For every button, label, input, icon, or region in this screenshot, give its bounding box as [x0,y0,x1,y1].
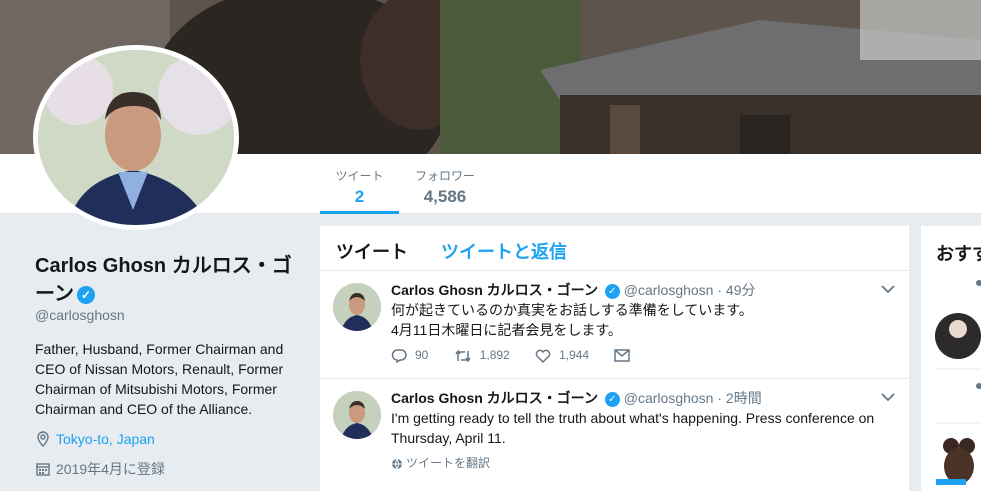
who-to-follow-panel: おすすめ [921,226,981,491]
tweets-label: ツイート [335,169,384,183]
tweet-text: I'm getting ready to tell the truth abou… [391,410,875,446]
verified-badge-icon: ✓ [604,283,620,299]
tab-tweets-count[interactable]: ツイート 2 [320,154,399,214]
who-to-follow-title: おすすめ [936,244,981,264]
joined-text: 2019年4月に登録 [56,461,165,477]
like-button[interactable]: 1,944 [535,348,589,363]
like-count: 1,944 [559,348,590,362]
tweet-item[interactable]: Carlos Ghosn カルロス・ゴーン ✓ @carlosghosn · 2… [320,379,909,491]
tab-tweets[interactable]: ツイート [336,238,408,264]
location-pin-icon [35,431,51,450]
tab-followers-count[interactable]: フォロワー 4,586 [408,154,482,214]
timeline-tabs: ツイート ツイートと返信 [320,226,909,271]
tweet-timestamp[interactable]: · 49分 [717,282,755,298]
tweet-timestamp[interactable]: · 2時間 [717,390,761,406]
profile-name: Carlos Ghosn カルロス・ゴーン ✓ [35,252,295,308]
verified-badge-icon: ✓ [604,391,620,407]
tweet-avatar[interactable] [333,283,381,331]
chevron-down-icon[interactable] [881,389,895,405]
reply-button[interactable]: 90 [391,348,429,364]
profile-name-text: Carlos Ghosn カルロス・ゴーン [35,255,292,305]
followers-label: フォロワー [414,169,475,183]
suggestion-avatars[interactable] [921,271,981,491]
tab-tweets-and-replies[interactable]: ツイートと返信 [441,238,567,264]
tweet-author-handle[interactable]: @carlosghosn [624,390,714,406]
heart-icon [535,349,551,363]
profile-handle: @carlosghosn [35,307,125,323]
timeline: ツイート ツイートと返信 Carlos Ghosn カルロス・ゴーン ✓ @ca… [320,226,909,491]
verified-badge-icon: ✓ [77,285,95,304]
retweet-count: 1,892 [479,348,510,362]
calendar-icon [35,461,51,480]
location-text: Tokyo-to, Japan [56,431,155,448]
tweet-actions: 90 1,892 1,944 [391,348,652,364]
tweet-author-handle[interactable]: @carlosghosn [624,282,714,298]
profile-joined: 2019年4月に登録 [35,459,165,480]
profile-bio: Father, Husband, Former Chairman and CEO… [35,341,284,417]
tweet-text-line: 4月11日木曜日に記者会見をします。 [391,322,622,338]
tweet-header: Carlos Ghosn カルロス・ゴーン ✓ @carlosghosn · 4… [391,280,755,300]
retweet-button[interactable]: 1,892 [454,348,510,363]
envelope-icon [614,349,631,363]
chevron-down-icon[interactable] [881,281,895,297]
globe-icon [392,458,402,470]
tweet-avatar[interactable] [333,391,381,439]
tweet-item[interactable]: Carlos Ghosn カルロス・ゴーン ✓ @carlosghosn · 4… [320,271,909,379]
translate-tweet-link[interactable]: ツイートを翻訳 [391,454,490,471]
tweet-author-name[interactable]: Carlos Ghosn カルロス・ゴーン [391,282,598,298]
tweets-count: 2 [354,187,365,206]
message-button[interactable] [614,348,631,363]
tweet-text: 何が起きているのか真実をお話しする準備をしています。 4月11日木曜日に記者会見… [391,300,901,340]
tweet-text-line: 何が起きているのか真実をお話しする準備をしています。 [391,302,753,318]
profile-avatar[interactable] [33,45,239,230]
translate-text: ツイートを翻訳 [406,456,491,470]
tweet-author-name[interactable]: Carlos Ghosn カルロス・ゴーン [391,390,598,406]
reply-count: 90 [415,348,429,362]
avatar-image [38,50,234,225]
followers-count: 4,586 [423,187,467,206]
reply-icon [391,349,407,364]
tweet-header: Carlos Ghosn カルロス・ゴーン ✓ @carlosghosn · 2… [391,388,762,408]
profile-location[interactable]: Tokyo-to, Japan [35,431,155,450]
retweet-icon [455,349,471,363]
